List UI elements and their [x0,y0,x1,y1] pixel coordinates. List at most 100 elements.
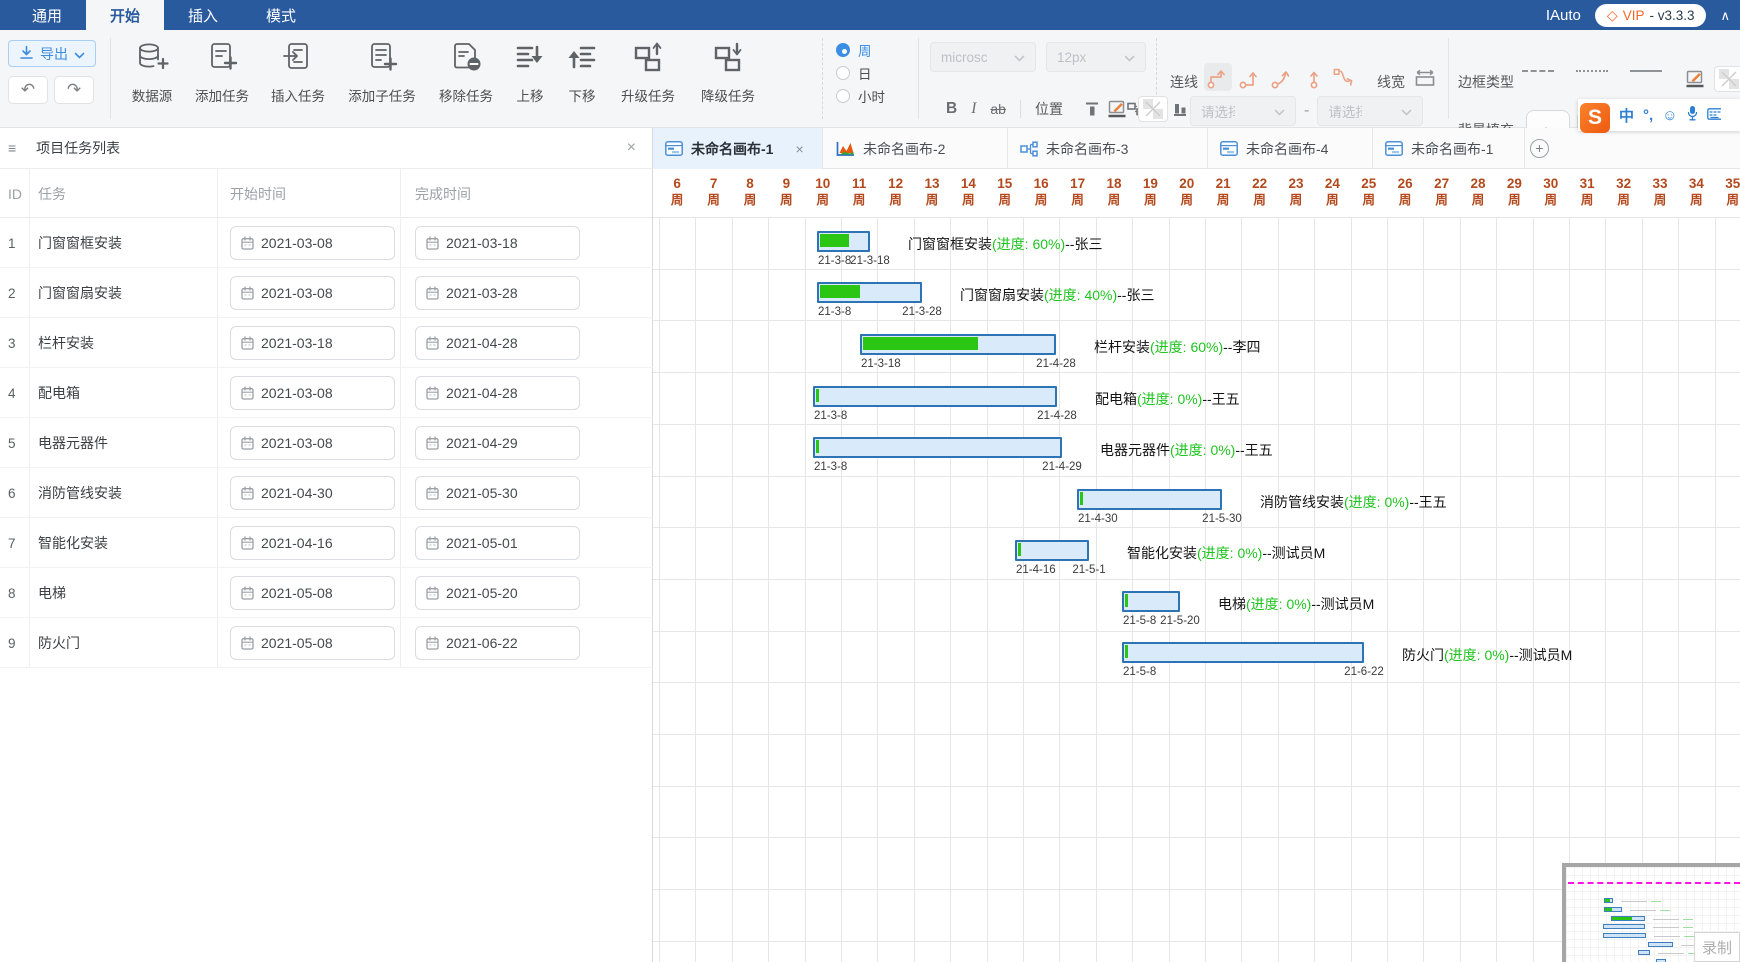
menu-tab-3[interactable]: 插入 [164,0,242,30]
downgrade-icon [711,40,745,79]
redo-button[interactable]: ↷ [54,76,94,104]
start-date-input[interactable]: 2021-03-08 [230,426,395,460]
font-family-select[interactable]: microsc [930,42,1036,72]
start-date-input[interactable]: 2021-03-18 [230,326,395,360]
gantt-bar-task-5[interactable] [813,437,1062,458]
插入任务-button[interactable]: 插入任务 [260,38,336,111]
end-date-value: 2021-04-28 [446,385,518,401]
start-date-input[interactable]: 2021-04-16 [230,526,395,560]
line-width-icon[interactable] [1412,68,1438,93]
bar-start-date: 21-4-16 [1016,564,1056,576]
connector-style-2-icon[interactable] [1236,63,1264,91]
start-date-input[interactable]: 2021-03-08 [230,226,395,260]
gantt-bar-task-9[interactable] [1122,642,1364,663]
connector-style-3-icon[interactable] [1268,63,1296,91]
gantt-bar-task-8[interactable] [1122,591,1180,612]
dotted-line-option[interactable] [1576,70,1608,72]
start-date-input[interactable]: 2021-05-08 [230,626,395,660]
week-header: 18周 [1106,176,1121,209]
canvas-tab-3[interactable]: 未命名画布-3 [1008,128,1208,169]
bar-end-date: 21-3-18 [850,255,890,267]
keyboard-icon[interactable] [1707,107,1721,124]
end-date-input[interactable]: 2021-05-20 [415,576,580,610]
connector-style-5-icon[interactable] [1332,63,1360,91]
end-date-input[interactable]: 2021-04-29 [415,426,580,460]
start-date-input[interactable]: 2021-04-30 [230,476,395,510]
dashed-line-option[interactable] [1522,70,1554,72]
gantt-bar-task-6[interactable] [1077,489,1222,510]
connector-style-1-icon[interactable] [1204,63,1232,91]
降级任务-button[interactable]: 降级任务 [688,38,768,111]
italic-button[interactable]: I [971,100,976,118]
canvas-tab-1[interactable]: 未命名画布-1× [653,128,823,169]
timescale-radio-周[interactable]: 周 [836,40,885,60]
移除任务-button[interactable]: 移除任务 [428,38,504,111]
升级任务-button[interactable]: 升级任务 [608,38,688,111]
添加子任务-button[interactable]: 添加子任务 [336,38,428,111]
canvas-tab-4[interactable]: 未命名画布-4 [1208,128,1373,169]
canvas-tab-2[interactable]: 未命名画布-2 [823,128,1008,169]
添加任务-button[interactable]: 添加任务 [184,38,260,111]
gantt-canvas[interactable]: 6周7周8周9周10周11周12周13周14周15周16周17周18周19周20… [653,169,1740,962]
menu-tab-4[interactable]: 模式 [242,0,320,30]
grid-line [1715,217,1716,962]
mic-icon[interactable] [1687,105,1698,125]
font-size-select[interactable]: 12px [1046,42,1146,72]
undo-button[interactable]: ↶ [8,76,48,104]
menu-tab-1[interactable]: 通用 [8,0,86,30]
connector-end-select[interactable]: 请选择 [1317,96,1423,126]
end-date-input[interactable]: 2021-03-28 [415,276,580,310]
canvas-tab-5[interactable]: 未命名画布-1 [1373,128,1525,169]
start-date-value: 2021-03-08 [261,235,333,251]
border-color-edit-icon[interactable] [1680,66,1710,92]
connector-start-select[interactable]: 请选择 [1190,96,1296,126]
timescale-radio-日[interactable]: 日 [836,63,885,83]
ime-punct-toggle[interactable]: °, [1643,107,1653,124]
line-color-edit-icon[interactable] [1102,96,1132,122]
end-date-input[interactable]: 2021-05-30 [415,476,580,510]
tab-close-icon[interactable]: × [795,141,803,157]
end-date-input[interactable]: 2021-03-18 [415,226,580,260]
menu-tab-2[interactable]: 开始 [86,0,164,30]
gantt-bar-task-1[interactable] [817,231,870,252]
smiley-icon[interactable]: ☺ [1662,107,1677,124]
end-date-input[interactable]: 2021-06-22 [415,626,580,660]
end-date-input[interactable]: 2021-05-01 [415,526,580,560]
start-date-input[interactable]: 2021-03-08 [230,276,395,310]
strikethrough-button[interactable]: ab [990,101,1006,117]
collapse-ribbon-icon[interactable]: ∧ [1720,8,1730,24]
progress-fill [1125,594,1128,607]
start-date-input[interactable]: 2021-03-08 [230,376,395,410]
bold-button[interactable]: B [946,100,957,118]
end-date-input[interactable]: 2021-04-28 [415,376,580,410]
sogou-logo-icon[interactable]: S [1580,103,1610,133]
connector-style-4-icon[interactable] [1300,63,1328,91]
add-canvas-button[interactable]: + [1530,139,1549,158]
week-header: 14周 [961,176,976,209]
gantt-bar-task-2[interactable] [817,282,922,303]
export-button[interactable]: 导出 [8,40,96,67]
week-number: 31 [1580,176,1595,193]
task-name: 门窗窗扇安装 [38,268,122,318]
week-number: 20 [1179,176,1194,193]
下移-button[interactable]: 下移 [556,38,608,111]
gantt-bar-task-4[interactable] [813,386,1057,407]
vip-badge[interactable]: ◇ VIP - v3.3.3 [1595,4,1707,27]
timescale-radio-小时[interactable]: 小时 [836,86,885,106]
week-unit: 周 [1652,193,1667,209]
数据源-button[interactable]: 数据源 [120,38,184,111]
solid-line-option[interactable] [1630,70,1662,72]
border-transparent-icon[interactable] [1714,66,1740,92]
week-header: 10周 [815,176,830,209]
start-date-input[interactable]: 2021-05-08 [230,576,395,610]
gantt-bar-task-7[interactable] [1015,540,1089,561]
上移-button[interactable]: 上移 [504,38,556,111]
panel-close-icon[interactable]: × [627,139,636,157]
transparent-fill-icon[interactable] [1138,96,1168,122]
table-row: 6消防管线安装2021-04-302021-05-30 [0,468,653,518]
week-unit: 周 [1070,193,1085,209]
calendar-icon [241,386,254,400]
ime-lang-toggle[interactable]: 中 [1619,105,1634,126]
end-date-input[interactable]: 2021-04-28 [415,326,580,360]
gantt-bar-task-3[interactable] [860,334,1056,355]
